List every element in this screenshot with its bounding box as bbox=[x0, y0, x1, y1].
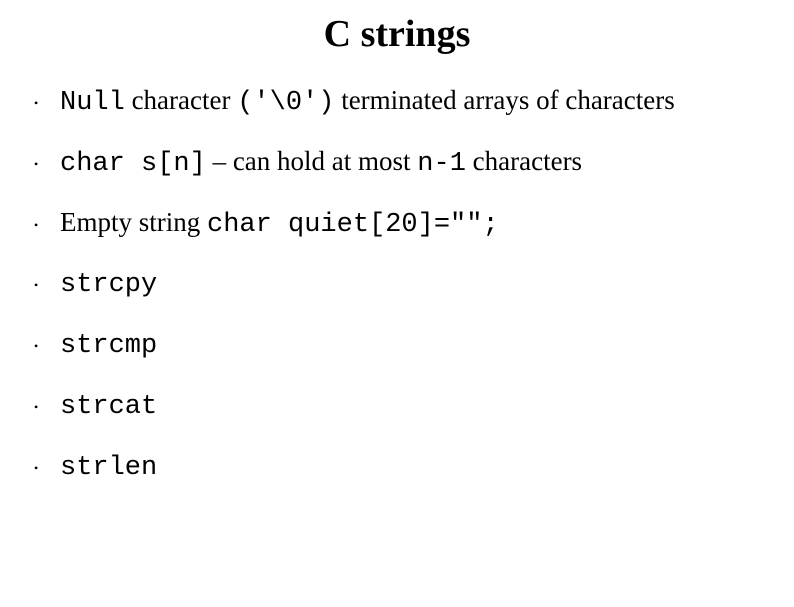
code-text: char quiet[20]=""; bbox=[207, 210, 499, 240]
code-text: strcat bbox=[60, 392, 157, 422]
code-text: strcmp bbox=[60, 331, 157, 361]
slide: C strings Null character ('\0') terminat… bbox=[0, 12, 794, 607]
code-text: char s[n] bbox=[60, 149, 206, 179]
slide-title: C strings bbox=[0, 12, 794, 56]
list-item: Null character ('\0') terminated arrays … bbox=[32, 84, 754, 121]
body-text: character bbox=[125, 85, 237, 115]
list-item: strlen bbox=[32, 449, 754, 486]
list-item: Empty string char quiet[20]=""; bbox=[32, 206, 754, 243]
code-text: Null bbox=[60, 88, 125, 118]
list-item: strcmp bbox=[32, 327, 754, 364]
body-text: characters bbox=[466, 146, 582, 176]
list-item: strcpy bbox=[32, 266, 754, 303]
body-text: terminated arrays of characters bbox=[334, 85, 674, 115]
code-text: n-1 bbox=[417, 149, 466, 179]
code-text: strcpy bbox=[60, 270, 157, 300]
bullet-list: Null character ('\0') terminated arrays … bbox=[0, 84, 794, 485]
code-text: strlen bbox=[60, 453, 157, 483]
code-text: ('\0') bbox=[237, 88, 334, 118]
body-text: – can hold at most bbox=[206, 146, 417, 176]
list-item: char s[n] – can hold at most n-1 charact… bbox=[32, 145, 754, 182]
list-item: strcat bbox=[32, 388, 754, 425]
body-text: Empty string bbox=[60, 207, 207, 237]
